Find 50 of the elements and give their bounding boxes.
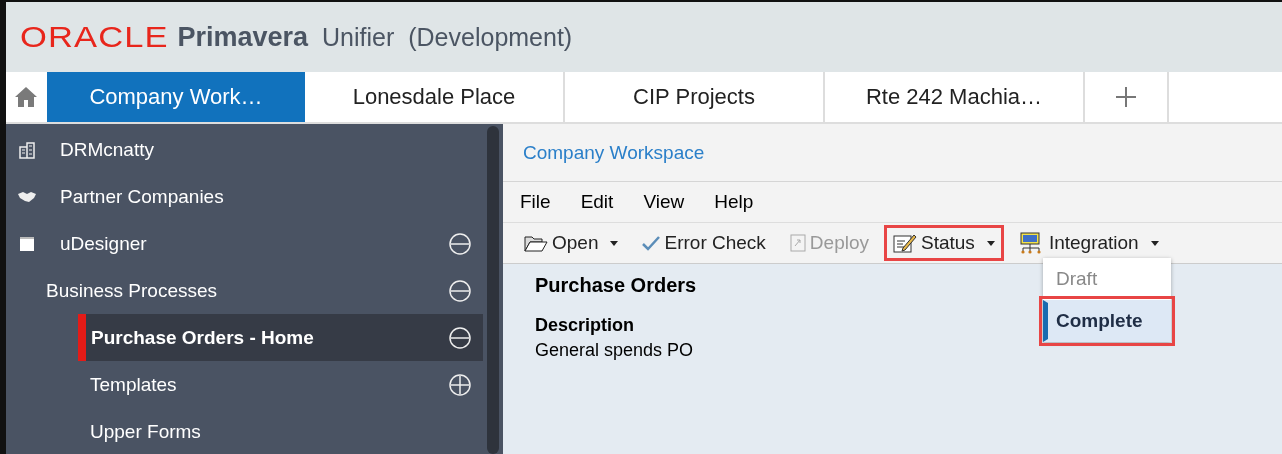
tree-item[interactable]: Partner Companies xyxy=(6,173,483,220)
toolbar-button[interactable]: Open xyxy=(515,225,628,261)
menu-item[interactable]: Edit xyxy=(580,191,614,213)
caret-icon[interactable] xyxy=(986,240,995,246)
breadcrumb-link[interactable]: Company Workspace xyxy=(523,141,705,164)
home-icon[interactable] xyxy=(14,85,38,109)
menu-item[interactable]: File xyxy=(520,191,551,213)
document-icon xyxy=(789,234,806,252)
toolbar-button[interactable]: Status xyxy=(884,225,1004,261)
workspace-tab[interactable]: Rte 242 Machia… xyxy=(825,72,1085,122)
oracle-logo: ORACLE xyxy=(20,20,169,54)
tree-label: Business Processes xyxy=(46,279,219,302)
tree-label: Purchase Orders - Home xyxy=(91,326,315,349)
app-name: Unifier xyxy=(322,22,395,52)
collapse-icon[interactable] xyxy=(449,326,471,349)
building-icon xyxy=(18,140,36,159)
caret-icon[interactable] xyxy=(1150,240,1159,246)
tree-label: uDesigner xyxy=(60,232,148,255)
caret-icon[interactable] xyxy=(610,240,619,246)
menu-item[interactable]: Help xyxy=(714,191,754,213)
tree-item[interactable]: Business Processes xyxy=(6,267,483,314)
collapse-icon[interactable] xyxy=(449,232,471,255)
toolbar-button[interactable]: Integration xyxy=(1009,225,1168,261)
collapse-icon[interactable] xyxy=(449,279,471,302)
workspace-tab[interactable]: Lonesdale Place xyxy=(305,72,565,122)
check-icon xyxy=(642,235,661,251)
scrollbar[interactable] xyxy=(487,126,499,454)
field-label: Description xyxy=(535,315,635,336)
edit-icon xyxy=(893,233,917,253)
tree-item[interactable]: Templates xyxy=(6,361,483,408)
tree-item[interactable]: Purchase Orders - Home xyxy=(78,314,483,361)
toolbar-button[interactable]: Error Check xyxy=(633,225,775,261)
tree-label: Partner Companies xyxy=(60,185,225,208)
folder-icon xyxy=(524,234,548,252)
tree-item[interactable]: DRMcnatty xyxy=(6,126,483,173)
field-value: General spends PO xyxy=(535,340,694,361)
menu-item[interactable]: View xyxy=(643,191,685,213)
workspace-tab[interactable]: Company Work… xyxy=(47,72,305,122)
expand-icon[interactable] xyxy=(449,373,471,396)
plus-icon xyxy=(1115,86,1137,108)
window-icon xyxy=(18,235,36,252)
tree-label: Templates xyxy=(90,373,178,396)
tree-item[interactable]: uDesigner xyxy=(6,220,483,267)
tree-item[interactable]: Upper Forms xyxy=(6,408,483,454)
tree-label: Upper Forms xyxy=(90,420,202,443)
tree-label: DRMcnatty xyxy=(60,138,155,161)
product-name: Primavera xyxy=(177,21,308,53)
record-title: Purchase Orders xyxy=(535,274,697,297)
environment-label: (Development) xyxy=(408,22,573,52)
workspace-tab[interactable]: CIP Projects xyxy=(565,72,825,122)
